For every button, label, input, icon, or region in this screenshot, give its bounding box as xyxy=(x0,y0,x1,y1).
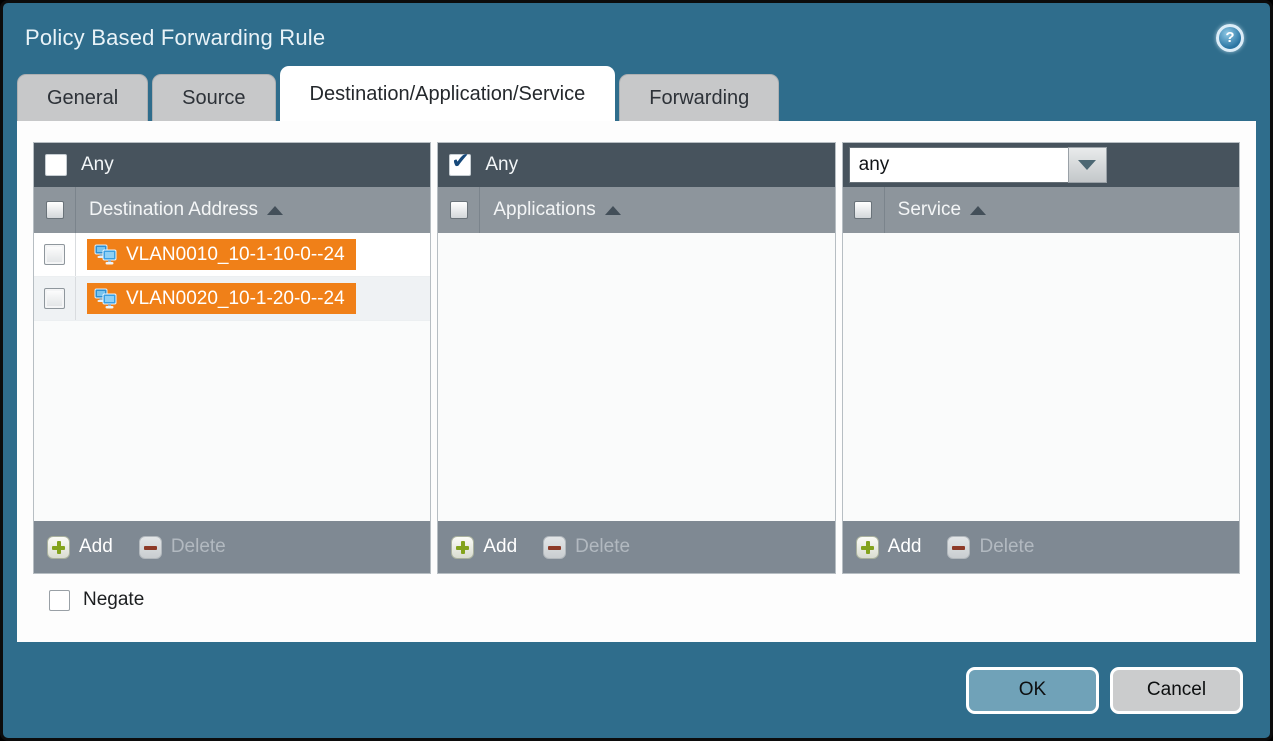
add-label: Add xyxy=(79,536,113,558)
service-column-header: Service xyxy=(843,187,1239,233)
destination-any-row: Any xyxy=(34,143,430,187)
service-panel-footer: Add Delete xyxy=(843,521,1239,573)
service-column-label-wrap[interactable]: Service xyxy=(885,187,986,233)
dialog-footer: OK Cancel xyxy=(3,642,1270,738)
panels-row: Any Destination Address xyxy=(33,142,1240,574)
add-button[interactable]: Add xyxy=(856,536,922,559)
destination-select-all-checkbox[interactable] xyxy=(46,201,64,219)
negate-label: Negate xyxy=(83,589,144,611)
row-checkbox[interactable] xyxy=(44,288,65,309)
delete-button[interactable]: Delete xyxy=(543,536,630,559)
tab-content: Any Destination Address xyxy=(17,121,1256,642)
minus-icon xyxy=(139,536,162,559)
applications-list xyxy=(438,233,834,521)
delete-label: Delete xyxy=(171,536,226,558)
row-checkbox[interactable] xyxy=(44,244,65,265)
delete-button[interactable]: Delete xyxy=(139,536,226,559)
destination-address-panel: Any Destination Address xyxy=(33,142,431,574)
destination-column-label-wrap[interactable]: Destination Address xyxy=(76,187,283,233)
destination-panel-footer: Add Delete xyxy=(34,521,430,573)
applications-select-all-checkbox[interactable] xyxy=(450,201,468,219)
sort-ascending-icon xyxy=(267,206,283,215)
plus-icon xyxy=(47,536,70,559)
applications-column-label-wrap[interactable]: Applications xyxy=(480,187,620,233)
delete-label: Delete xyxy=(979,536,1034,558)
destination-list: VLAN0010_10-1-10-0--24 xyxy=(34,233,430,521)
cancel-button[interactable]: Cancel xyxy=(1110,667,1243,714)
service-column-label: Service xyxy=(898,199,961,221)
address-object-name: VLAN0010_10-1-10-0--24 xyxy=(126,244,345,266)
negate-row: Negate xyxy=(33,589,1240,611)
sort-ascending-icon xyxy=(970,206,986,215)
service-type-dropdown[interactable]: any xyxy=(849,147,1107,183)
applications-column-label: Applications xyxy=(493,199,595,221)
applications-any-row: Any xyxy=(438,143,834,187)
tab-bar: General Source Destination/Application/S… xyxy=(3,66,1270,121)
plus-icon xyxy=(451,536,474,559)
tab-forwarding[interactable]: Forwarding xyxy=(619,74,779,121)
ok-button[interactable]: OK xyxy=(966,667,1099,714)
applications-any-checkbox[interactable] xyxy=(449,154,471,176)
plus-icon xyxy=(856,536,879,559)
service-type-value: any xyxy=(849,147,1068,183)
negate-checkbox[interactable] xyxy=(49,590,70,611)
add-button[interactable]: Add xyxy=(47,536,113,559)
applications-panel-footer: Add Delete xyxy=(438,521,834,573)
delete-label: Delete xyxy=(575,536,630,558)
applications-any-label: Any xyxy=(485,154,518,176)
destination-column-header: Destination Address xyxy=(34,187,430,233)
service-list xyxy=(843,233,1239,521)
applications-column-header: Applications xyxy=(438,187,834,233)
destination-any-checkbox[interactable] xyxy=(45,154,67,176)
network-address-icon xyxy=(94,288,119,309)
address-object-name: VLAN0020_10-1-20-0--24 xyxy=(126,288,345,310)
add-button[interactable]: Add xyxy=(451,536,517,559)
applications-panel: Any Applications Add xyxy=(437,142,835,574)
dropdown-button[interactable] xyxy=(1068,147,1107,183)
sort-ascending-icon xyxy=(605,206,621,215)
service-type-row: any xyxy=(843,143,1239,187)
service-panel: any Service xyxy=(842,142,1240,574)
policy-based-forwarding-rule-dialog: Policy Based Forwarding Rule ? General S… xyxy=(0,0,1273,741)
chevron-down-icon xyxy=(1078,160,1096,170)
network-address-icon xyxy=(94,244,119,265)
dialog-title: Policy Based Forwarding Rule xyxy=(25,25,325,51)
destination-column-label: Destination Address xyxy=(89,199,258,221)
table-row[interactable]: VLAN0010_10-1-10-0--24 xyxy=(34,233,430,277)
add-label: Add xyxy=(888,536,922,558)
tab-destination-application-service[interactable]: Destination/Application/Service xyxy=(280,66,616,121)
minus-icon xyxy=(543,536,566,559)
address-object-chip[interactable]: VLAN0020_10-1-20-0--24 xyxy=(87,283,356,314)
tab-source[interactable]: Source xyxy=(152,74,275,121)
delete-button[interactable]: Delete xyxy=(947,536,1034,559)
address-object-chip[interactable]: VLAN0010_10-1-10-0--24 xyxy=(87,239,356,270)
title-bar: Policy Based Forwarding Rule ? xyxy=(3,3,1270,66)
service-select-all-checkbox[interactable] xyxy=(854,201,872,219)
add-label: Add xyxy=(483,536,517,558)
table-row[interactable]: VLAN0020_10-1-20-0--24 xyxy=(34,277,430,321)
help-icon[interactable]: ? xyxy=(1216,24,1244,52)
tab-general[interactable]: General xyxy=(17,74,148,121)
destination-any-label: Any xyxy=(81,154,114,176)
minus-icon xyxy=(947,536,970,559)
